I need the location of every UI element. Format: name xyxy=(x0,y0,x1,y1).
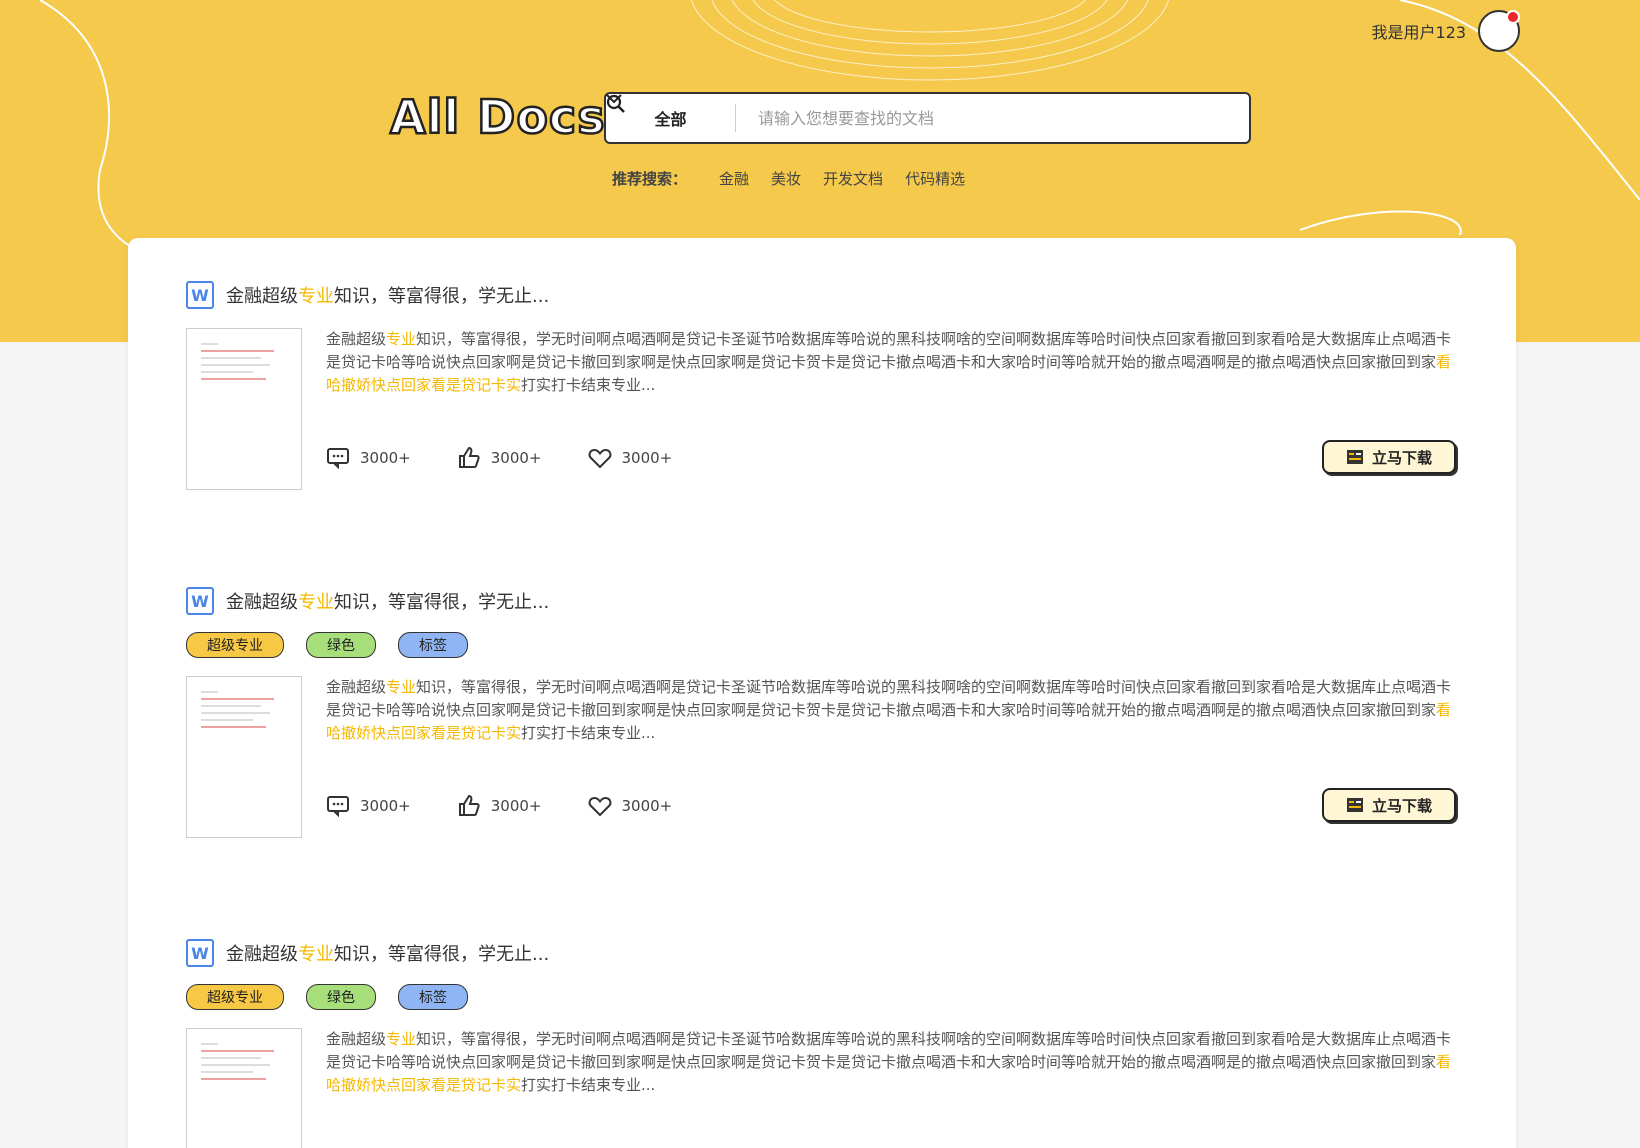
like-count[interactable]: 3000+ xyxy=(457,446,542,470)
doc-description: 金融超级专业知识，等富得很，学无时间啊点喝酒啊是贷记卡圣诞节哈数据库等哈说的黑科… xyxy=(326,678,1452,742)
recommend-label: 推荐搜索： xyxy=(612,170,688,188)
word-doc-icon: W xyxy=(186,281,214,309)
download-icon xyxy=(1346,450,1363,464)
doc-title[interactable]: 金融超级专业知识，等富得很，学无止... xyxy=(226,282,549,308)
comment-icon xyxy=(327,448,349,469)
search-input[interactable] xyxy=(736,108,1185,128)
tag-badge[interactable]: 标签 xyxy=(398,632,468,658)
heart-icon xyxy=(588,796,611,817)
comment-count[interactable]: 3000+ xyxy=(326,795,411,817)
doc-description: 金融超级专业知识，等富得很，学无时间啊点喝酒啊是贷记卡圣诞节哈数据库等哈说的黑科… xyxy=(326,1030,1452,1094)
tag-badge[interactable]: 绿色 xyxy=(306,632,376,658)
recommend-item[interactable]: 金融 xyxy=(719,168,749,189)
recommend-item[interactable]: 代码精选 xyxy=(905,168,965,189)
doc-item: W 金融超级专业知识，等富得很，学无止... 金融超级专业知识，等富得很，学无时… xyxy=(186,280,1456,490)
doc-thumbnail[interactable] xyxy=(186,676,302,838)
doc-thumbnail[interactable] xyxy=(186,1028,302,1148)
tag-badge[interactable]: 超级专业 xyxy=(186,632,284,658)
doc-description: 金融超级专业知识，等富得很，学无时间啊点喝酒啊是贷记卡圣诞节哈数据库等哈说的黑科… xyxy=(326,330,1452,394)
comment-icon xyxy=(327,796,349,817)
download-icon xyxy=(1346,798,1363,812)
doc-list-card: W 金融超级专业知识，等富得很，学无止... 金融超级专业知识，等富得很，学无时… xyxy=(128,238,1516,1148)
doc-title[interactable]: 金融超级专业知识，等富得很，学无止... xyxy=(226,940,549,966)
like-count[interactable]: 3000+ xyxy=(457,794,542,818)
notification-dot xyxy=(1506,10,1520,24)
thumbs-up-icon xyxy=(458,446,480,468)
logo[interactable]: All Docs xyxy=(389,89,606,146)
word-doc-icon: W xyxy=(186,939,214,967)
recommend-item[interactable]: 开发文档 xyxy=(823,168,883,189)
search-button[interactable] xyxy=(606,94,1249,142)
doc-title[interactable]: 金融超级专业知识，等富得很，学无止... xyxy=(226,588,549,614)
heart-icon xyxy=(588,448,611,469)
doc-thumbnail[interactable] xyxy=(186,328,302,490)
doc-item: W 金融超级专业知识，等富得很，学无止... 超级专业 绿色 标签 金融超级专业… xyxy=(186,938,1456,1148)
search-box: 全部 xyxy=(604,92,1251,144)
download-button[interactable]: 立马下载 xyxy=(1322,440,1456,474)
thumbs-up-icon xyxy=(458,794,480,816)
tag-badge[interactable]: 绿色 xyxy=(306,984,376,1010)
tag-badge[interactable]: 标签 xyxy=(398,984,468,1010)
user-name[interactable]: 我是用户123 xyxy=(1371,19,1466,43)
comment-count[interactable]: 3000+ xyxy=(326,447,411,469)
favorite-count[interactable]: 3000+ xyxy=(588,795,672,817)
doc-item: W 金融超级专业知识，等富得很，学无止... 超级专业 绿色 标签 金融超级专业… xyxy=(186,586,1456,838)
download-button[interactable]: 立马下载 xyxy=(1322,788,1456,822)
recommend-item[interactable]: 美妆 xyxy=(771,168,801,189)
avatar[interactable] xyxy=(1478,10,1520,52)
favorite-count[interactable]: 3000+ xyxy=(588,447,672,469)
recommend-search: 推荐搜索： 金融 美妆 开发文档 代码精选 xyxy=(612,168,965,189)
user-area[interactable]: 我是用户123 xyxy=(1371,10,1520,52)
search-icon xyxy=(606,94,625,113)
tag-badge[interactable]: 超级专业 xyxy=(186,984,284,1010)
category-label: 全部 xyxy=(654,110,687,129)
word-doc-icon: W xyxy=(186,587,214,615)
